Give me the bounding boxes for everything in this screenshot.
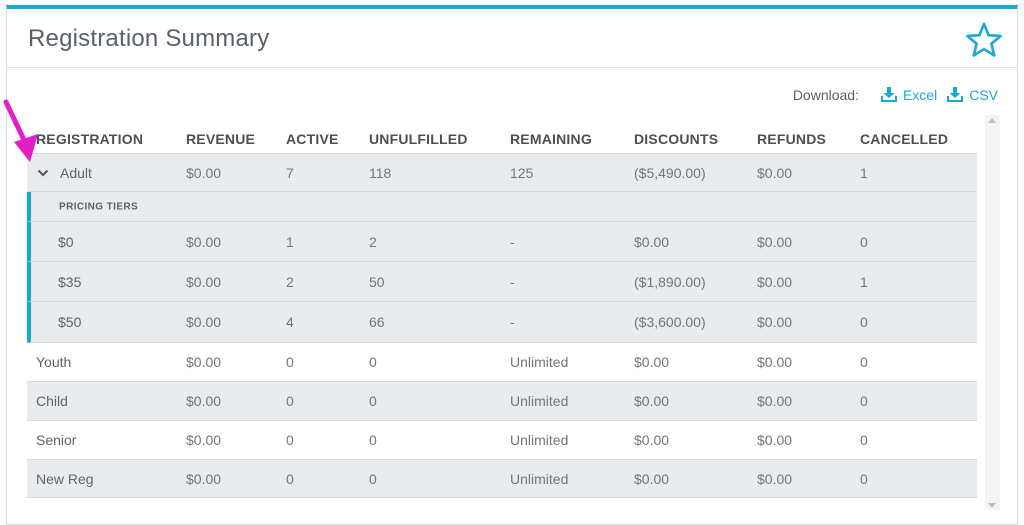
scroll-down-arrow-icon[interactable] <box>988 503 996 508</box>
registration-name: New Reg <box>36 470 94 487</box>
tier-name: $0 <box>58 233 74 250</box>
refunds-value: $0.00 <box>757 432 793 448</box>
table-row-child[interactable]: Child $0.00 0 0 Unlimited $0.00 $0.00 0 <box>27 382 977 421</box>
refunds-value: $0.00 <box>757 393 793 409</box>
page-title: Registration Summary <box>28 25 270 52</box>
unfulfilled-value: 66 <box>369 314 385 330</box>
unfulfilled-value: 50 <box>369 273 385 290</box>
download-bar: Download: Excel CSV <box>793 86 998 103</box>
table-row-senior[interactable]: Senior $0.00 0 0 Unlimited $0.00 $0.00 0 <box>27 421 977 460</box>
tier-name: $35 <box>58 273 82 290</box>
cancelled-value: 0 <box>860 470 868 487</box>
cancelled-value: 0 <box>860 233 868 250</box>
panel-header: Registration Summary <box>7 9 1017 68</box>
revenue-value: $0.00 <box>186 354 222 370</box>
scroll-up-arrow-icon[interactable] <box>988 118 996 123</box>
cancelled-value: 1 <box>860 273 868 290</box>
pricing-tier-row: $50 $0.00 4 66 - ($3,600.00) $0.00 0 <box>27 302 977 343</box>
header-active[interactable]: ACTIVE <box>286 131 339 147</box>
active-value: 0 <box>286 432 294 448</box>
remaining-value: Unlimited <box>510 354 569 370</box>
refunds-value: $0.00 <box>757 233 793 250</box>
pricing-tier-row: $35 $0.00 2 50 - ($1,890.00) $0.00 1 <box>27 262 977 302</box>
revenue-value: $0.00 <box>186 164 222 181</box>
registration-name: Adult <box>60 164 92 181</box>
cancelled-value: 0 <box>860 314 868 330</box>
cancelled-value: 0 <box>860 432 868 448</box>
cancelled-value: 1 <box>860 164 868 181</box>
header-refunds[interactable]: REFUNDS <box>757 131 826 147</box>
unfulfilled-value: 118 <box>369 164 392 181</box>
revenue-value: $0.00 <box>186 314 222 330</box>
discounts-value: ($1,890.00) <box>634 273 706 290</box>
download-csv-link[interactable]: CSV <box>946 86 998 103</box>
download-icon <box>947 87 964 102</box>
registration-name: Senior <box>36 432 77 448</box>
discounts-value: $0.00 <box>634 233 670 250</box>
header-remaining[interactable]: REMAINING <box>510 131 592 147</box>
pointer-arrow-icon <box>3 99 38 162</box>
active-value: 0 <box>286 470 294 487</box>
header-registration[interactable]: REGISTRATION <box>36 131 143 147</box>
download-label: Download: <box>792 86 859 103</box>
remaining-value: - <box>510 314 515 330</box>
registration-name: Child <box>36 393 68 409</box>
pricing-tiers-label: PRICING TIERS <box>59 201 139 212</box>
revenue-value: $0.00 <box>186 393 222 409</box>
download-csv-label: CSV <box>969 86 998 103</box>
table-row-new-reg[interactable]: New Reg $0.00 0 0 Unlimited $0.00 $0.00 … <box>27 460 977 498</box>
active-value: 0 <box>286 393 294 409</box>
unfulfilled-value: 0 <box>369 393 377 409</box>
revenue-value: $0.00 <box>186 432 222 448</box>
table-header: REGISTRATION REVENUE ACTIVE UNFULFILLED … <box>27 120 977 153</box>
header-cancelled[interactable]: CANCELLED <box>860 131 948 147</box>
pricing-tiers-header: PRICING TIERS <box>27 192 977 222</box>
header-discounts[interactable]: DISCOUNTS <box>634 131 718 147</box>
active-value: 0 <box>286 354 294 370</box>
cancelled-value: 0 <box>860 354 868 370</box>
unfulfilled-value: 0 <box>369 354 377 370</box>
refunds-value: $0.00 <box>757 273 793 290</box>
remaining-value: - <box>510 233 515 250</box>
tier-name: $50 <box>58 314 82 330</box>
refunds-value: $0.00 <box>757 354 793 370</box>
discounts-value: $0.00 <box>634 354 670 370</box>
remaining-value: Unlimited <box>510 470 569 487</box>
revenue-value: $0.00 <box>186 470 222 487</box>
table-row-youth[interactable]: Youth $0.00 0 0 Unlimited $0.00 $0.00 0 <box>27 343 977 382</box>
remaining-value: - <box>510 273 515 290</box>
unfulfilled-value: 0 <box>369 470 377 487</box>
active-value: 1 <box>286 233 294 250</box>
registration-name: Youth <box>36 354 72 370</box>
discounts-value: ($3,600.00) <box>634 314 706 330</box>
download-excel-label: Excel <box>902 86 938 103</box>
refunds-value: $0.00 <box>757 314 793 330</box>
remaining-value: Unlimited <box>510 393 569 409</box>
header-revenue[interactable]: REVENUE <box>186 131 255 147</box>
discounts-value: ($5,490.00) <box>634 164 706 181</box>
header-unfulfilled[interactable]: UNFULFILLED <box>369 131 468 147</box>
download-excel-link[interactable]: Excel <box>880 86 937 103</box>
discounts-value: $0.00 <box>634 432 670 448</box>
discounts-value: $0.00 <box>634 393 670 409</box>
vertical-scrollbar[interactable] <box>985 115 1000 510</box>
registration-table: REGISTRATION REVENUE ACTIVE UNFULFILLED … <box>27 120 977 498</box>
unfulfilled-value: 2 <box>369 233 377 250</box>
remaining-value: 125 <box>510 164 534 181</box>
cancelled-value: 0 <box>860 393 868 409</box>
unfulfilled-value: 0 <box>369 432 377 448</box>
revenue-value: $0.00 <box>186 273 222 290</box>
discounts-value: $0.00 <box>634 470 670 487</box>
download-icon <box>880 87 897 102</box>
revenue-value: $0.00 <box>186 233 222 250</box>
refunds-value: $0.00 <box>757 470 793 487</box>
refunds-value: $0.00 <box>757 164 793 181</box>
active-value: 2 <box>286 273 294 290</box>
remaining-value: Unlimited <box>510 432 569 448</box>
star-icon[interactable] <box>964 21 1004 59</box>
active-value: 4 <box>286 314 294 330</box>
active-value: 7 <box>286 164 294 181</box>
pricing-tier-row: $0 $0.00 1 2 - $0.00 $0.00 0 <box>27 222 977 262</box>
table-row-adult[interactable]: Adult $0.00 7 118 125 ($5,490.00) $0.00 … <box>27 153 977 192</box>
